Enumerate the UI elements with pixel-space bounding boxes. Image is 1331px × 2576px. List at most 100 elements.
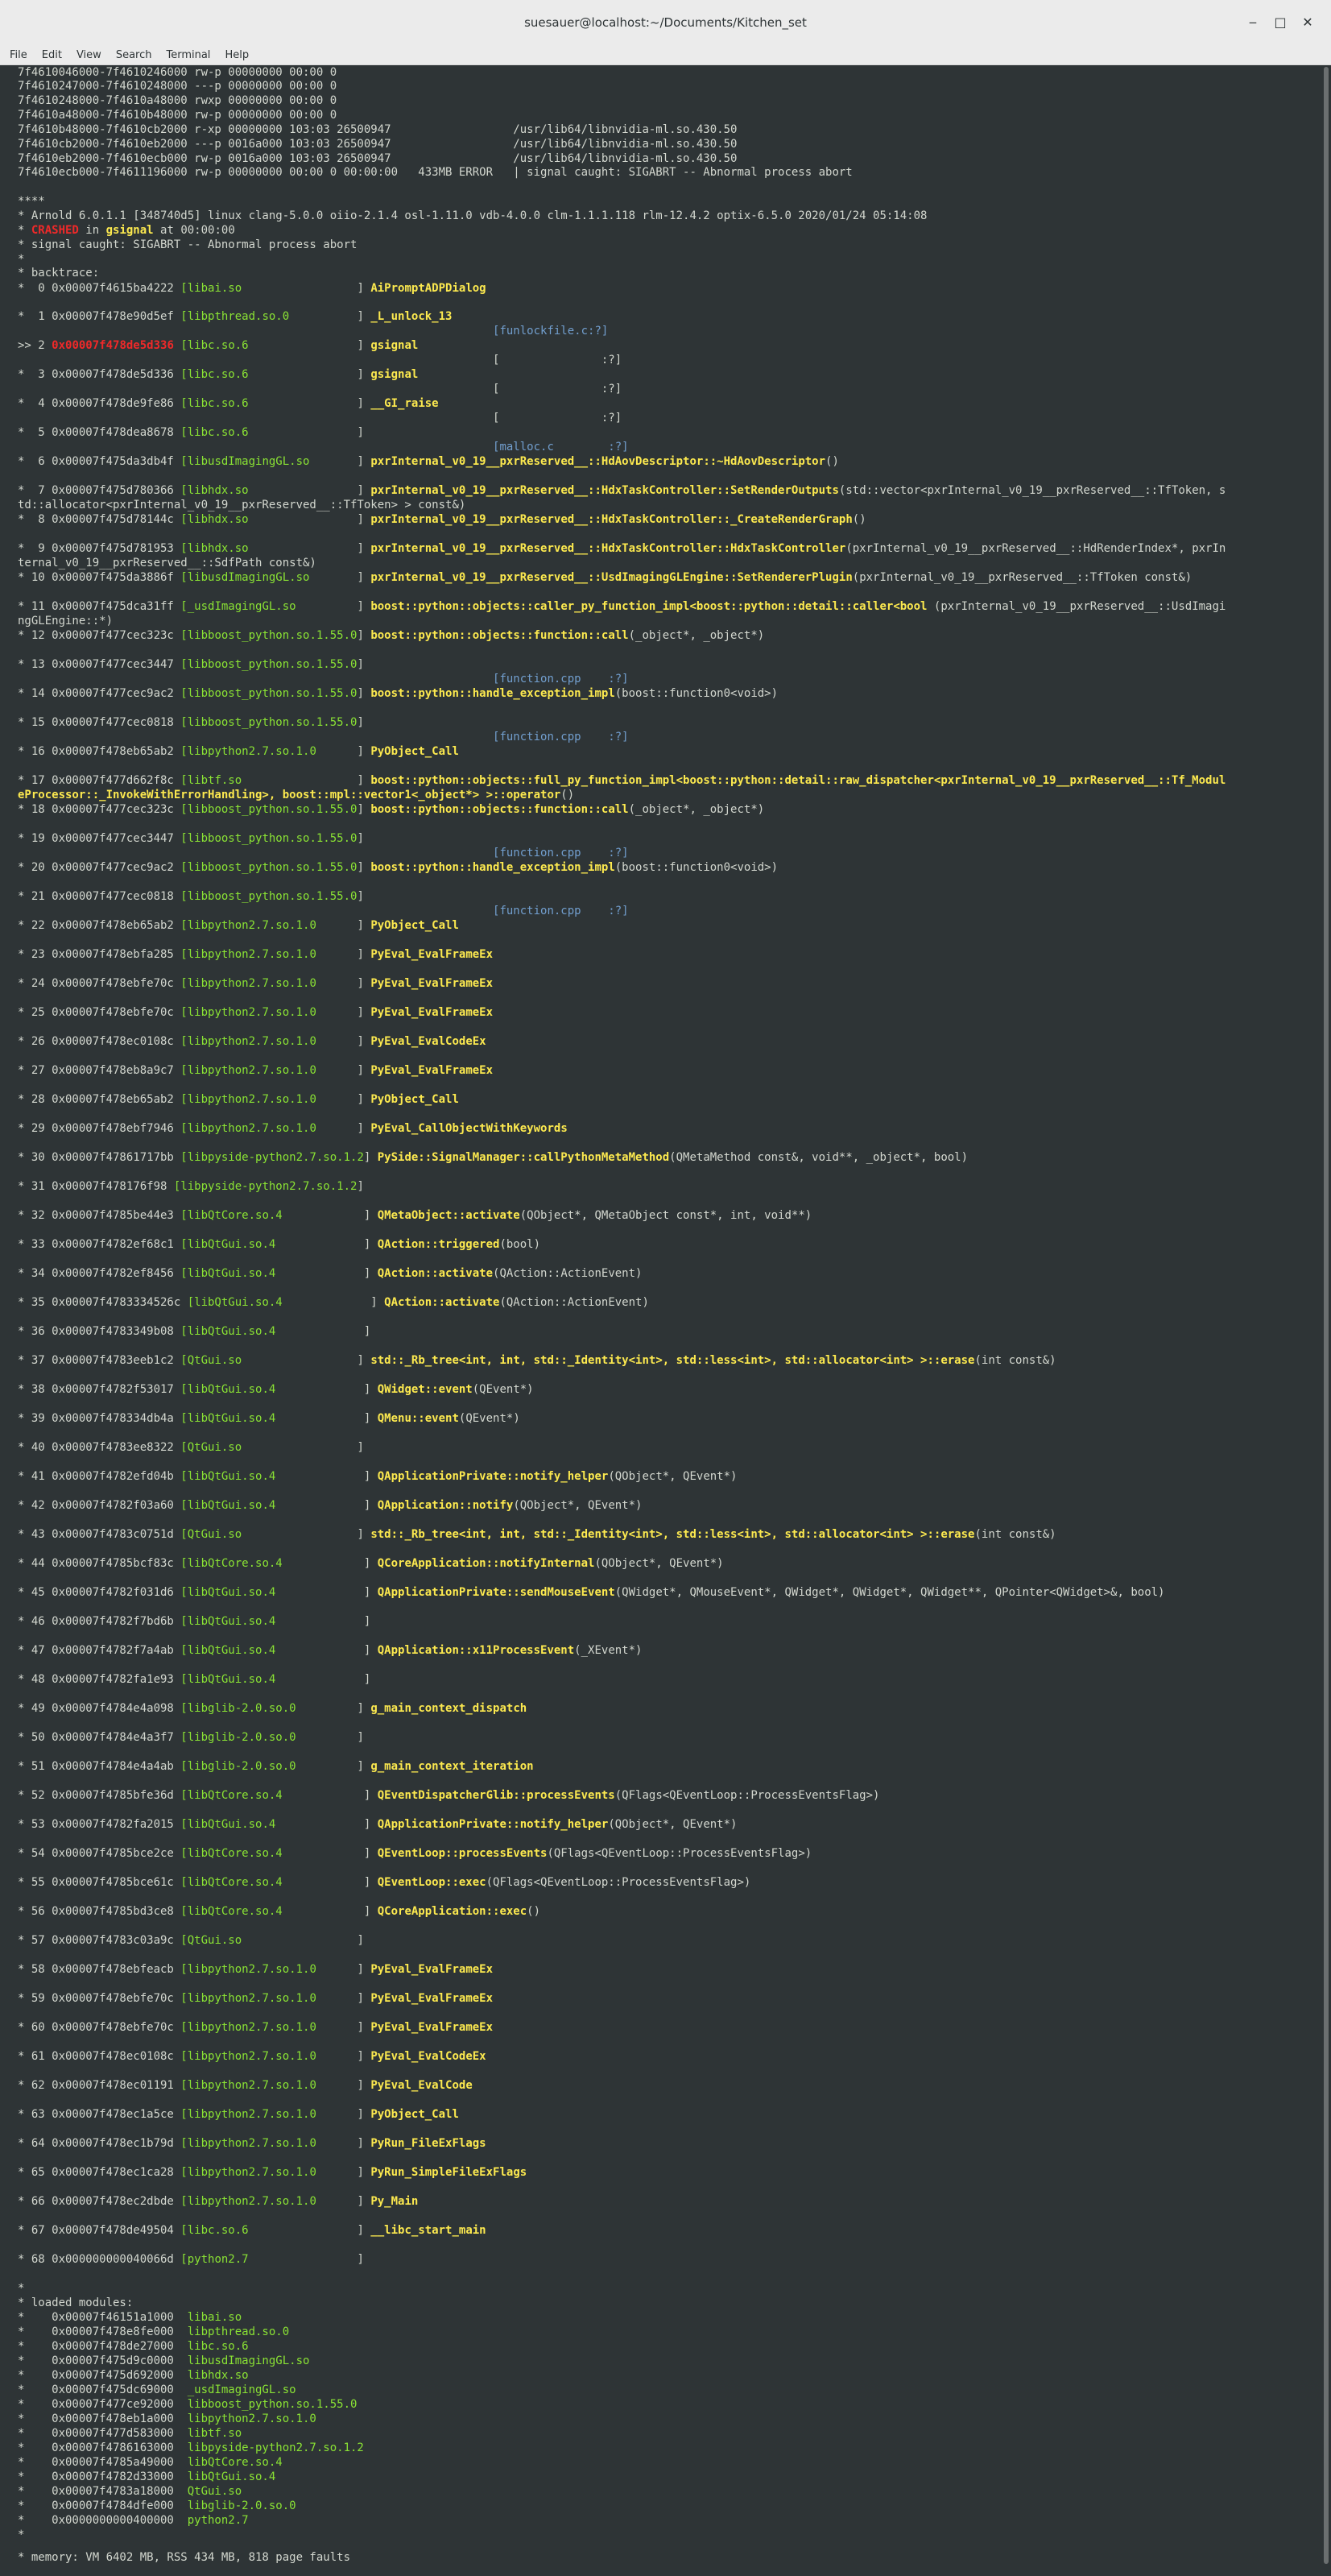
terminal-scrollbar[interactable] — [1321, 65, 1331, 2576]
line-segment: boost::python::objects::function::call — [370, 803, 629, 816]
line-segment: [libboost_python.so.1.55.0 — [180, 832, 358, 845]
line-segment: boost::python::objects::function::call — [370, 629, 629, 642]
line-segment: ] — [357, 397, 371, 410]
menu-terminal[interactable]: Terminal — [161, 47, 215, 61]
line-segment: * 53 0x00007f4782fa2015 — [18, 1818, 181, 1831]
line-segment: [libQtGui.so.4 — [180, 1615, 364, 1628]
line-segment: * 54 0x00007f4785bce2ce — [18, 1847, 181, 1860]
line-segment: * 19 0x00007f477cec3447 — [18, 832, 181, 845]
line-segment: ] — [357, 948, 371, 961]
line-segment: * Arnold 6.0.1.1 [348740d5] linux clang-… — [18, 209, 928, 222]
line-segment: ] — [357, 542, 371, 555]
line-segment: [libQtGui.so.4 — [187, 1296, 371, 1309]
line-segment: ] — [363, 1586, 378, 1599]
line-segment: ] — [357, 2079, 371, 2092]
line-segment: (_object*, _object*) — [628, 803, 765, 816]
module-name: libtf.so — [187, 2427, 242, 2440]
line-segment: ] — [363, 1876, 378, 1889]
line-segment: QMenu::event — [377, 1412, 459, 1425]
line-segment: [libpython2.7.so.1.0 — [180, 977, 358, 990]
line-segment: * 38 0x00007f4782f53017 — [18, 1383, 181, 1396]
line-segment: * 37 0x00007f4783eeb1c2 — [18, 1354, 181, 1367]
terminal-line: * 9 0x00007f475d781953 [libhdx.so ] pxrI… — [18, 541, 1226, 556]
line-segment: (QFlags<QEventLoop::ProcessEventsFlag>) — [614, 1789, 880, 1802]
line-segment: ] — [357, 1760, 371, 1773]
terminal-line: * 17 0x00007f477d662f8c [libtf.so ] boos… — [18, 773, 1226, 788]
line-segment: (pxrInternal_v0_19__pxrReserved__::HdRen… — [845, 542, 1226, 555]
line-segment: [libc.so.6 — [180, 339, 358, 352]
line-segment: ] — [370, 1296, 385, 1309]
line-segment: [libQtGui.so.4 — [180, 1586, 364, 1599]
terminal-line: ngGLEngine::*) — [18, 614, 113, 628]
terminal-line: * 18 0x00007f477cec323c [libboost_python… — [18, 802, 764, 817]
terminal-line: 7f4610b48000-7f4610cb2000 r-xp 00000000 … — [18, 122, 737, 137]
terminal-line: * 31 0x00007f478176f98 [libpyside-python… — [18, 1179, 364, 1194]
terminal-line: * Arnold 6.0.1.1 [348740d5] linux clang-… — [18, 209, 927, 223]
minimize-icon[interactable]: ‒ — [1243, 13, 1263, 32]
maximize-icon[interactable]: □ — [1271, 13, 1290, 32]
line-segment: ] — [357, 1064, 371, 1077]
line-segment: [libglib-2.0.so.0 — [180, 1702, 358, 1715]
line-segment: [libpython2.7.so.1.0 — [180, 2166, 358, 2179]
line-segment: ] — [363, 1615, 371, 1628]
terminal-line: * 36 0x00007f4783349b08 [libQtGui.so.4 ] — [18, 1324, 370, 1339]
line-segment: ] — [363, 1818, 378, 1831]
module-name: libpthread.so.0 — [187, 2325, 290, 2338]
line-segment: * backtrace: — [18, 267, 100, 280]
menu-help[interactable]: Help — [220, 47, 254, 61]
close-icon[interactable]: ✕ — [1298, 13, 1317, 32]
line-segment: [libpython2.7.so.1.0 — [180, 1963, 358, 1976]
line-segment: (QEvent*) — [458, 1412, 520, 1425]
line-segment: [libpython2.7.so.1.0 — [180, 948, 358, 961]
line-segment: QApplicationPrivate::notify_helper — [377, 1470, 609, 1483]
line-segment: () — [852, 513, 866, 526]
menu-file[interactable]: File — [5, 47, 32, 61]
line-segment: * 1 0x00007f478e90d5ef — [18, 310, 181, 323]
line-segment: [libQtCore.so.4 — [180, 1789, 364, 1802]
menu-bar: File Edit View Search Terminal Help — [0, 47, 1331, 65]
terminal-line: * 11 0x00007f475dca31ff [_usdImagingGL.s… — [18, 599, 1226, 614]
terminal-line: * 16 0x00007f478eb65ab2 [libpython2.7.so… — [18, 744, 459, 759]
line-segment: __libc_start_main — [370, 2224, 486, 2237]
module-row: * 0x00007f4783a18000 QtGui.so — [18, 2484, 242, 2499]
line-segment: Py_Main — [370, 2195, 419, 2208]
line-segment: (QAction::ActionEvent) — [499, 1296, 649, 1309]
line-segment: * 52 0x00007f4785bfe36d — [18, 1789, 181, 1802]
terminal-output[interactable]: 7f4610046000-7f4610246000 rw-p 00000000 … — [18, 65, 1312, 2574]
line-segment: boost::python::objects::full_py_function… — [370, 774, 1226, 787]
line-segment: QMetaObject::activate — [377, 1209, 520, 1222]
line-segment: * 63 0x00007f478ec1a5ce — [18, 2108, 181, 2121]
line-segment: * 11 0x00007f475dca31ff — [18, 600, 181, 613]
terminal-line: **** — [18, 194, 45, 209]
line-segment: pxrInternal_v0_19__pxrReserved__::HdxTas… — [370, 513, 853, 526]
line-segment: pxrInternal_v0_19__pxrReserved__::HdxTas… — [370, 484, 839, 497]
line-segment: QApplication::x11ProcessEvent — [377, 1644, 575, 1657]
line-segment: * 68 0x000000000040066d — [18, 2253, 181, 2266]
modules-header: * loaded modules: — [18, 2296, 134, 2309]
line-segment: [libhdx.so — [180, 484, 358, 497]
terminal-line: * 21 0x00007f477cec0818 [libboost_python… — [18, 889, 364, 904]
module-address: * 0x00007f478e8fe000 — [18, 2325, 188, 2338]
line-segment: eProcessor::_InvokeWithErrorHandling>, b… — [18, 789, 561, 801]
line-segment: QEventLoop::processEvents — [377, 1847, 548, 1860]
line-segment: (QObject*, QEvent*) — [513, 1499, 643, 1512]
line-segment: (boost::function0<void>) — [614, 861, 779, 874]
line-segment: [_usdImagingGL.so — [180, 600, 358, 613]
menu-edit[interactable]: Edit — [37, 47, 67, 61]
line-segment: * — [18, 2282, 25, 2295]
line-segment: gsignal — [370, 368, 419, 381]
terminal-line: * 7 0x00007f475d780366 [libhdx.so ] pxrI… — [18, 483, 1226, 498]
line-segment: ] — [357, 861, 371, 874]
line-segment: () — [560, 789, 575, 801]
menu-view[interactable]: View — [72, 47, 106, 61]
menu-search[interactable]: Search — [111, 47, 157, 61]
line-segment: PyObject_Call — [370, 1093, 459, 1106]
line-segment: std::_Rb_tree<int, int, std::_Identity<i… — [370, 1528, 975, 1541]
line-segment — [18, 441, 493, 453]
line-segment: [libboost_python.so.1.55.0 — [180, 716, 358, 729]
terminal-line: [ :?] — [18, 353, 622, 367]
line-segment: * 33 0x00007f4782ef68c1 — [18, 1238, 181, 1251]
line-segment: ] — [357, 658, 364, 671]
line-segment: ] — [363, 1470, 378, 1483]
scrollbar-thumb[interactable] — [1324, 67, 1329, 2564]
